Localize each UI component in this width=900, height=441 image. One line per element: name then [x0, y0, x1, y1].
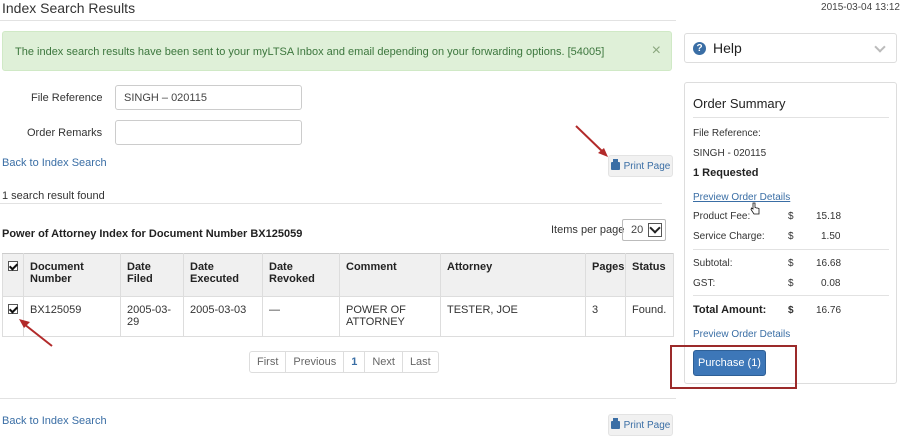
annotation-highlight-box	[670, 345, 797, 389]
subtotal-divider	[693, 249, 889, 250]
total-amount-label: Total Amount:	[693, 304, 767, 316]
product-fee-currency: $	[788, 211, 794, 222]
column-header-date-filed: Date Filed	[120, 253, 184, 297]
print-page-label: Print Page	[623, 419, 671, 431]
print-page-label: Print Page	[623, 160, 671, 172]
printer-icon	[610, 418, 620, 429]
annotation-arrow-icon	[575, 125, 608, 157]
back-to-search-link-bottom[interactable]: Back to Index Search	[2, 415, 107, 427]
service-charge-value: 1.50	[821, 231, 841, 242]
cell-date-filed: 2005-03-29	[120, 296, 184, 337]
product-fee-label: Product Fee:	[693, 211, 751, 222]
column-header-comment: Comment	[339, 253, 441, 297]
pager-current-page[interactable]: 1	[343, 352, 364, 372]
annotation-arrow-icon	[19, 319, 53, 347]
section-title: Power of Attorney Index for Document Num…	[2, 228, 303, 240]
file-reference-label: File Reference	[31, 92, 103, 104]
order-summary-title: Order Summary	[693, 96, 786, 111]
table-header-row: Document Number Date Filed Date Executed…	[2, 253, 674, 297]
alert-message: The index search results have been sent …	[15, 46, 605, 58]
items-per-page-value: 20	[631, 224, 644, 236]
total-amount-currency: $	[788, 305, 794, 316]
help-icon: ?	[693, 41, 706, 55]
close-icon[interactable]: ×	[652, 43, 661, 59]
result-count: 1 search result found	[2, 190, 105, 202]
gst-label: GST:	[693, 278, 716, 289]
pager-next[interactable]: Next	[364, 352, 402, 372]
subtotal-currency: $	[788, 258, 794, 269]
chevron-down-icon	[648, 223, 662, 237]
hand-cursor-icon	[750, 202, 760, 215]
cell-attorney: TESTER, JOE	[440, 296, 586, 337]
total-divider	[693, 295, 889, 296]
results-divider	[0, 203, 662, 204]
column-header-pages: Pages	[585, 253, 626, 297]
items-per-page-label: Items per page	[551, 224, 625, 236]
order-remarks-input[interactable]	[115, 120, 302, 145]
file-reference-input[interactable]	[115, 85, 302, 110]
cell-date-revoked: —	[262, 296, 340, 337]
order-remarks-label: Order Remarks	[27, 127, 103, 139]
pager-last[interactable]: Last	[401, 352, 438, 372]
product-fee-value: 15.18	[816, 211, 842, 222]
preview-order-details-link-bottom[interactable]: Preview Order Details	[693, 329, 790, 340]
help-title: Help	[713, 40, 742, 56]
back-to-search-link[interactable]: Back to Index Search	[2, 157, 107, 169]
page-title: Index Search Results	[2, 0, 136, 16]
total-amount-value: 16.76	[816, 305, 842, 316]
order-summary-divider	[693, 117, 889, 118]
help-panel[interactable]: ? Help	[684, 33, 897, 63]
os-file-reference-label: File Reference:	[693, 128, 761, 139]
chevron-down-icon	[874, 41, 886, 53]
cell-date-executed: 2005-03-03	[183, 296, 263, 337]
subtotal-value: 16.68	[816, 258, 842, 269]
preview-order-details-link[interactable]: Preview Order Details	[693, 192, 790, 203]
column-header-document-number: Document Number	[23, 253, 121, 297]
gst-value: 0.08	[821, 278, 841, 289]
gst-currency: $	[788, 278, 794, 289]
select-all-checkbox[interactable]	[2, 253, 24, 297]
printer-icon	[610, 159, 620, 170]
column-header-date-revoked: Date Revoked	[262, 253, 340, 297]
pager-previous[interactable]: Previous	[285, 352, 343, 372]
column-header-status: Status	[625, 253, 674, 297]
column-header-date-executed: Date Executed	[183, 253, 263, 297]
print-page-button-bottom[interactable]: Print Page	[608, 414, 673, 436]
timestamp: 2015-03-04 13:12	[821, 2, 900, 13]
os-file-reference-value: SINGH - 020115	[693, 148, 767, 159]
title-divider	[0, 20, 676, 21]
cell-pages: 3	[585, 296, 626, 337]
pagination: First Previous 1 Next Last	[249, 351, 439, 373]
service-charge-currency: $	[788, 231, 794, 242]
cell-status: Found.	[625, 296, 674, 337]
table-row: BX125059 2005-03-29 2005-03-03 — POWER O…	[2, 296, 674, 337]
service-charge-label: Service Charge:	[693, 231, 765, 242]
subtotal-label: Subtotal:	[693, 258, 733, 269]
results-table: Document Number Date Filed Date Executed…	[2, 253, 674, 337]
os-requested-count: 1 Requested	[693, 167, 759, 179]
column-header-attorney: Attorney	[440, 253, 586, 297]
cell-comment: POWER OF ATTORNEY	[339, 296, 441, 337]
print-page-button[interactable]: Print Page	[608, 155, 673, 177]
bottom-divider	[0, 398, 676, 399]
pager-first[interactable]: First	[250, 352, 285, 372]
success-alert: The index search results have been sent …	[2, 31, 672, 71]
items-per-page-select[interactable]: 20	[622, 219, 666, 241]
